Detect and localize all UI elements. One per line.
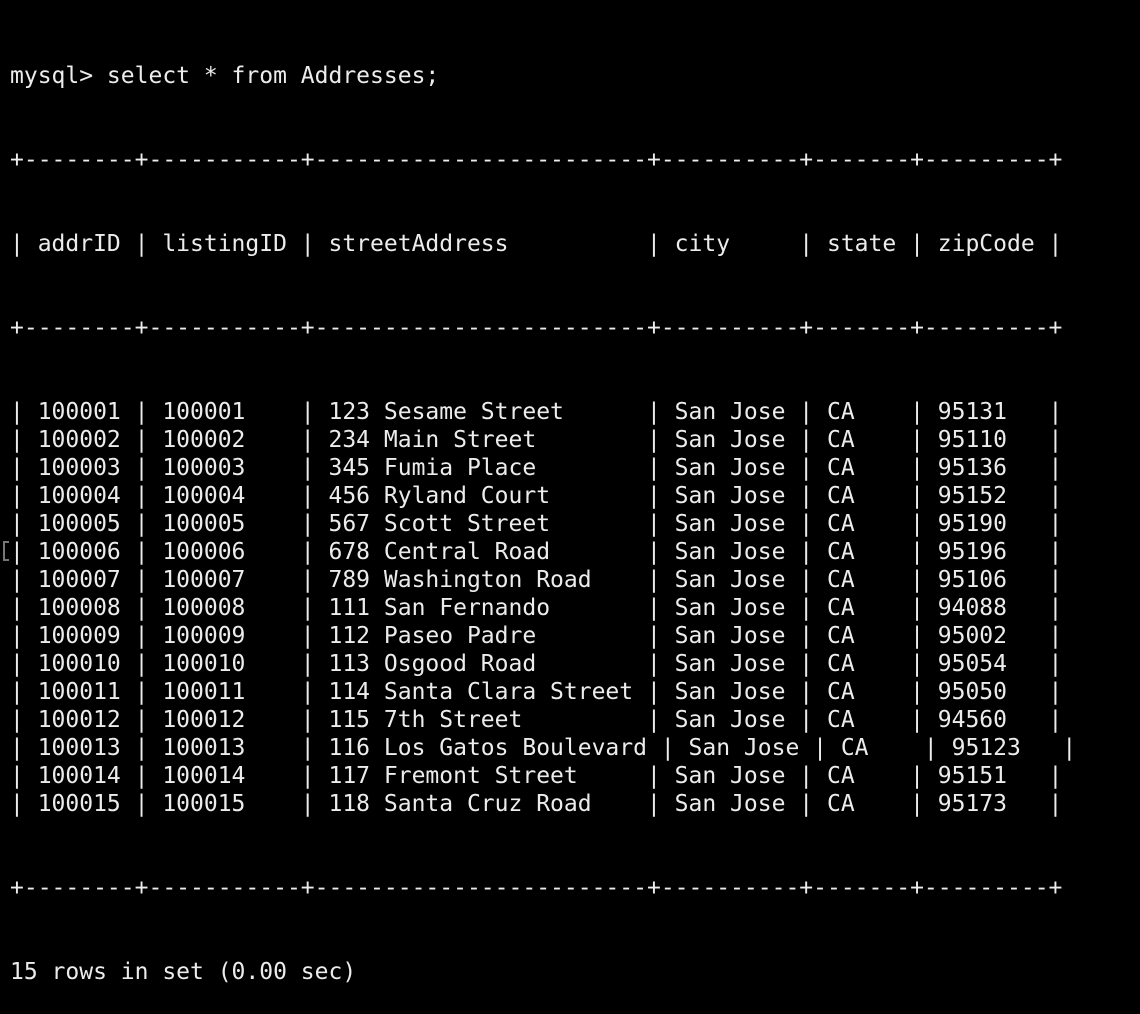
- table-row: | 100003 | 100003 | 345 Fumia Place | Sa…: [10, 455, 1063, 481]
- table-row: | 100013 | 100013 | 116 Los Gatos Boulev…: [10, 735, 1077, 761]
- table-row: | 100008 | 100008 | 111 San Fernando | S…: [10, 595, 1063, 621]
- table-border-top: +--------+-----------+------------------…: [10, 147, 1063, 173]
- table-body: | 100001 | 100001 | 123 Sesame Street | …: [10, 398, 1076, 818]
- table-row: | 100007 | 100007 | 789 Washington Road …: [10, 567, 1063, 593]
- table-row: | 100005 | 100005 | 567 Scott Street | S…: [10, 511, 1063, 537]
- table-row: | 100009 | 100009 | 112 Paseo Padre | Sa…: [10, 623, 1063, 649]
- command-line: mysql> select * from Addresses;: [10, 63, 440, 89]
- table-row: | 100002 | 100002 | 234 Main Street | Sa…: [10, 427, 1063, 453]
- table-row: | 100004 | 100004 | 456 Ryland Court | S…: [10, 483, 1063, 509]
- table-border-bottom: +--------+-----------+------------------…: [10, 875, 1063, 901]
- table-row: | 100006 | 100006 | 678 Central Road | S…: [10, 539, 1063, 565]
- table-row: | 100010 | 100010 | 113 Osgood Road | Sa…: [10, 651, 1063, 677]
- terminal-window[interactable]: mysql> select * from Addresses; +-------…: [10, 6, 1076, 1014]
- scroll-marker-icon: [3, 541, 9, 561]
- table-border-header: +--------+-----------+------------------…: [10, 315, 1063, 341]
- result-summary: 15 rows in set (0.00 sec): [10, 959, 357, 985]
- table-row: | 100011 | 100011 | 114 Santa Clara Stre…: [10, 679, 1063, 705]
- table-row: | 100001 | 100001 | 123 Sesame Street | …: [10, 399, 1063, 425]
- table-header-row: | addrID | listingID | streetAddress | c…: [10, 231, 1063, 257]
- table-row: | 100015 | 100015 | 118 Santa Cruz Road …: [10, 791, 1063, 817]
- table-row: | 100014 | 100014 | 117 Fremont Street |…: [10, 763, 1063, 789]
- table-row: | 100012 | 100012 | 115 7th Street | San…: [10, 707, 1063, 733]
